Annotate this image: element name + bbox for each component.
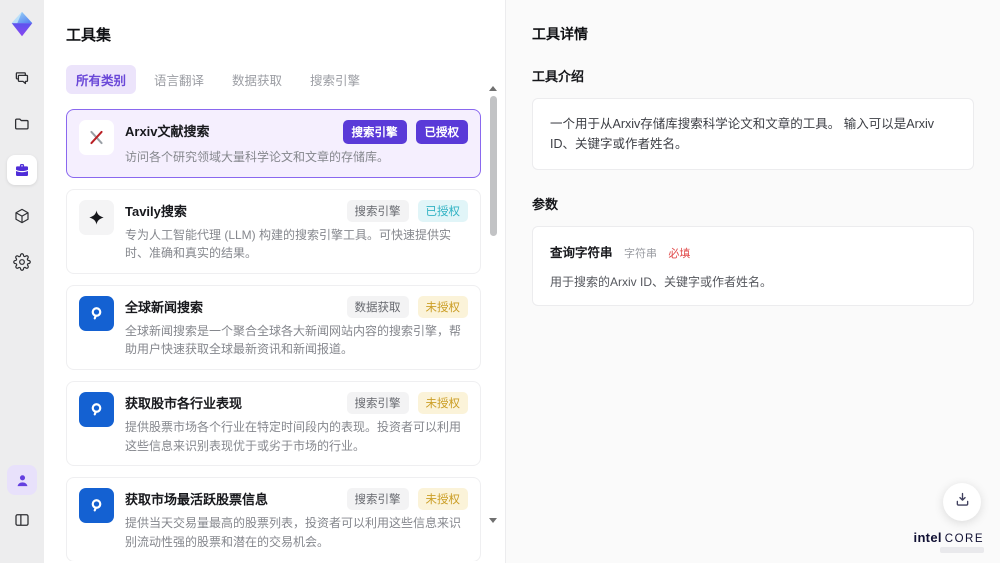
auth-status-badge: 已授权 [415,120,468,144]
tool-badges: 搜索引擎 未授权 [346,488,468,511]
package-icon [13,207,31,225]
tool-list: Arxiv文献搜索 搜索引擎 已授权 访问各个研究领域大量科学论文和文章的存储库… [66,109,481,561]
scrollbar-thumb[interactable] [489,96,497,236]
tab-search-engine[interactable]: 搜索引擎 [300,65,370,94]
tab-data-acquisition[interactable]: 数据获取 [222,65,292,94]
icon-rail [0,0,44,563]
tool-description: 提供股票市场各个行业在特定时间段内的表现。投资者可以利用这些信息来识别表现优于或… [125,419,462,453]
toolbox-icon [13,161,31,179]
scroll-down-arrow-icon[interactable] [489,518,497,523]
tool-title: 获取股市各行业表现 [125,395,243,411]
tool-badges: 搜索引擎 未授权 [346,391,468,414]
tool-card-body: Arxiv文献搜索 搜索引擎 已授权 访问各个研究领域大量科学论文和文章的存储库… [125,120,468,167]
download-icon [953,490,972,514]
user-icon [14,472,31,489]
scroll-up-arrow-icon[interactable] [489,86,497,91]
tool-card[interactable]: Tavily搜索 搜索引擎 已授权 专为人工智能代理 (LLM) 构建的搜索引擎… [66,188,481,274]
rail-item-chat[interactable] [7,63,37,93]
param-type: 字符串 [623,248,657,260]
page-title: 工具集 [66,27,112,44]
category-badge: 数据获取 [346,295,409,318]
tool-card[interactable]: Arxiv文献搜索 搜索引擎 已授权 访问各个研究领域大量科学论文和文章的存储库… [66,109,481,178]
param-header: 查询字符串 字符串 必填 [550,242,956,264]
intel-logo-text: intel [913,530,942,545]
category-badge: 搜索引擎 [346,488,409,511]
tool-card[interactable]: 全球新闻搜索 数据获取 未授权 全球新闻搜索是一个聚合全球各大新闻网站内容的搜索… [66,284,481,370]
list-scrollbar[interactable] [488,86,498,523]
intro-card: 一个用于从Arxiv存储库搜索科学论文和文章的工具。 输入可以是Arxiv ID… [532,98,974,170]
param-required-flag: 必填 [668,248,691,260]
auth-status-badge: 未授权 [417,391,468,414]
magnifier-icon [79,295,114,331]
auth-status-badge: 未授权 [417,295,468,318]
tool-description: 提供当天交易量最高的股票列表，投资者可以利用这些信息来识别流动性强的股票和潜在的… [125,516,462,549]
tool-card-body: 获取股市各行业表现 搜索引擎 未授权 提供股票市场各个行业在特定时间段内的表现。… [125,391,468,455]
param-name: 查询字符串 [550,246,613,260]
panel-toggle-icon [13,511,31,529]
tool-card-body: 获取市场最活跃股票信息 搜索引擎 未授权 提供当天交易量最高的股票列表，投资者可… [125,488,468,551]
category-badge: 搜索引擎 [346,391,409,414]
tool-detail-panel: 工具详情 工具介绍 一个用于从Arxiv存储库搜索科学论文和文章的工具。 输入可… [505,0,1000,563]
auth-status-badge: 已授权 [417,199,468,222]
app-logo-icon [7,9,37,39]
tool-title: Tavily搜索 [125,203,187,219]
tool-description: 全球新闻搜索是一个聚合全球各大新闻网站内容的搜索引擎，帮助用户快速获取全球最新资… [125,323,462,357]
magnifier-icon [79,488,114,524]
intro-heading: 工具介绍 [532,69,585,84]
tool-card[interactable]: 获取市场最活跃股票信息 搜索引擎 未授权 提供当天交易量最高的股票列表，投资者可… [66,477,481,561]
tool-card-body: Tavily搜索 搜索引擎 已授权 专为人工智能代理 (LLM) 构建的搜索引擎… [125,199,468,263]
tool-description: 专为人工智能代理 (LLM) 构建的搜索引擎工具。可快速提供实时、准确和真实的结… [125,227,452,261]
folder-icon [13,115,31,133]
tool-title: 获取市场最活跃股票信息 [125,492,269,508]
rail-item-settings[interactable] [7,247,37,277]
core-logo-text: CORE [944,533,984,545]
tool-title: Arxiv文献搜索 [125,124,210,139]
param-card: 查询字符串 字符串 必填 用于搜索的Arxiv ID、关键字或作者姓名。 [532,226,974,307]
tavily-icon [79,199,114,235]
tab-all-categories[interactable]: 所有类别 [66,65,137,94]
tool-description: 访问各个研究领域大量科学论文和文章的存储库。 [125,150,390,164]
auth-status-badge: 未授权 [417,488,468,511]
app-window: 工具集 所有类别 语言翻译 数据获取 搜索引擎 Arxiv文献搜索 搜索引擎 已… [0,0,1000,563]
tool-list-panel: 工具集 所有类别 语言翻译 数据获取 搜索引擎 Arxiv文献搜索 搜索引擎 已… [44,0,505,563]
rail-item-panel[interactable] [7,505,37,535]
tool-badges: 数据获取 未授权 [346,295,468,318]
rail-item-toolbox[interactable] [7,155,37,185]
arxiv-icon [79,120,114,155]
category-tabs: 所有类别 语言翻译 数据获取 搜索引擎 [66,65,481,94]
rail-item-user[interactable] [7,465,37,495]
magnifier-icon [79,391,114,427]
intel-logo-subtext [940,547,984,553]
intro-text: 一个用于从Arxiv存储库搜索科学论文和文章的工具。 输入可以是Arxiv ID… [550,117,935,151]
rail-item-folder[interactable] [7,109,37,139]
param-desc: 用于搜索的Arxiv ID、关键字或作者姓名。 [550,275,773,290]
tool-card[interactable]: 获取股市各行业表现 搜索引擎 未授权 提供股票市场各个行业在特定时间段内的表现。… [66,380,481,467]
settings-icon [13,253,31,271]
tool-badges: 搜索引擎 已授权 [346,199,468,222]
tab-language-translation[interactable]: 语言翻译 [144,65,214,94]
chat-icon [13,69,31,87]
rail-item-package[interactable] [7,201,37,231]
tool-title: 全球新闻搜索 [125,299,204,315]
category-badge: 搜索引擎 [342,120,407,144]
params-heading: 参数 [532,197,559,212]
intel-core-logo: intel CORE [914,530,984,553]
tool-card-body: 全球新闻搜索 数据获取 未授权 全球新闻搜索是一个聚合全球各大新闻网站内容的搜索… [125,295,468,359]
download-button[interactable] [943,483,981,521]
detail-title: 工具详情 [532,26,588,42]
tool-badges: 搜索引擎 已授权 [342,120,468,144]
category-badge: 搜索引擎 [346,199,409,222]
